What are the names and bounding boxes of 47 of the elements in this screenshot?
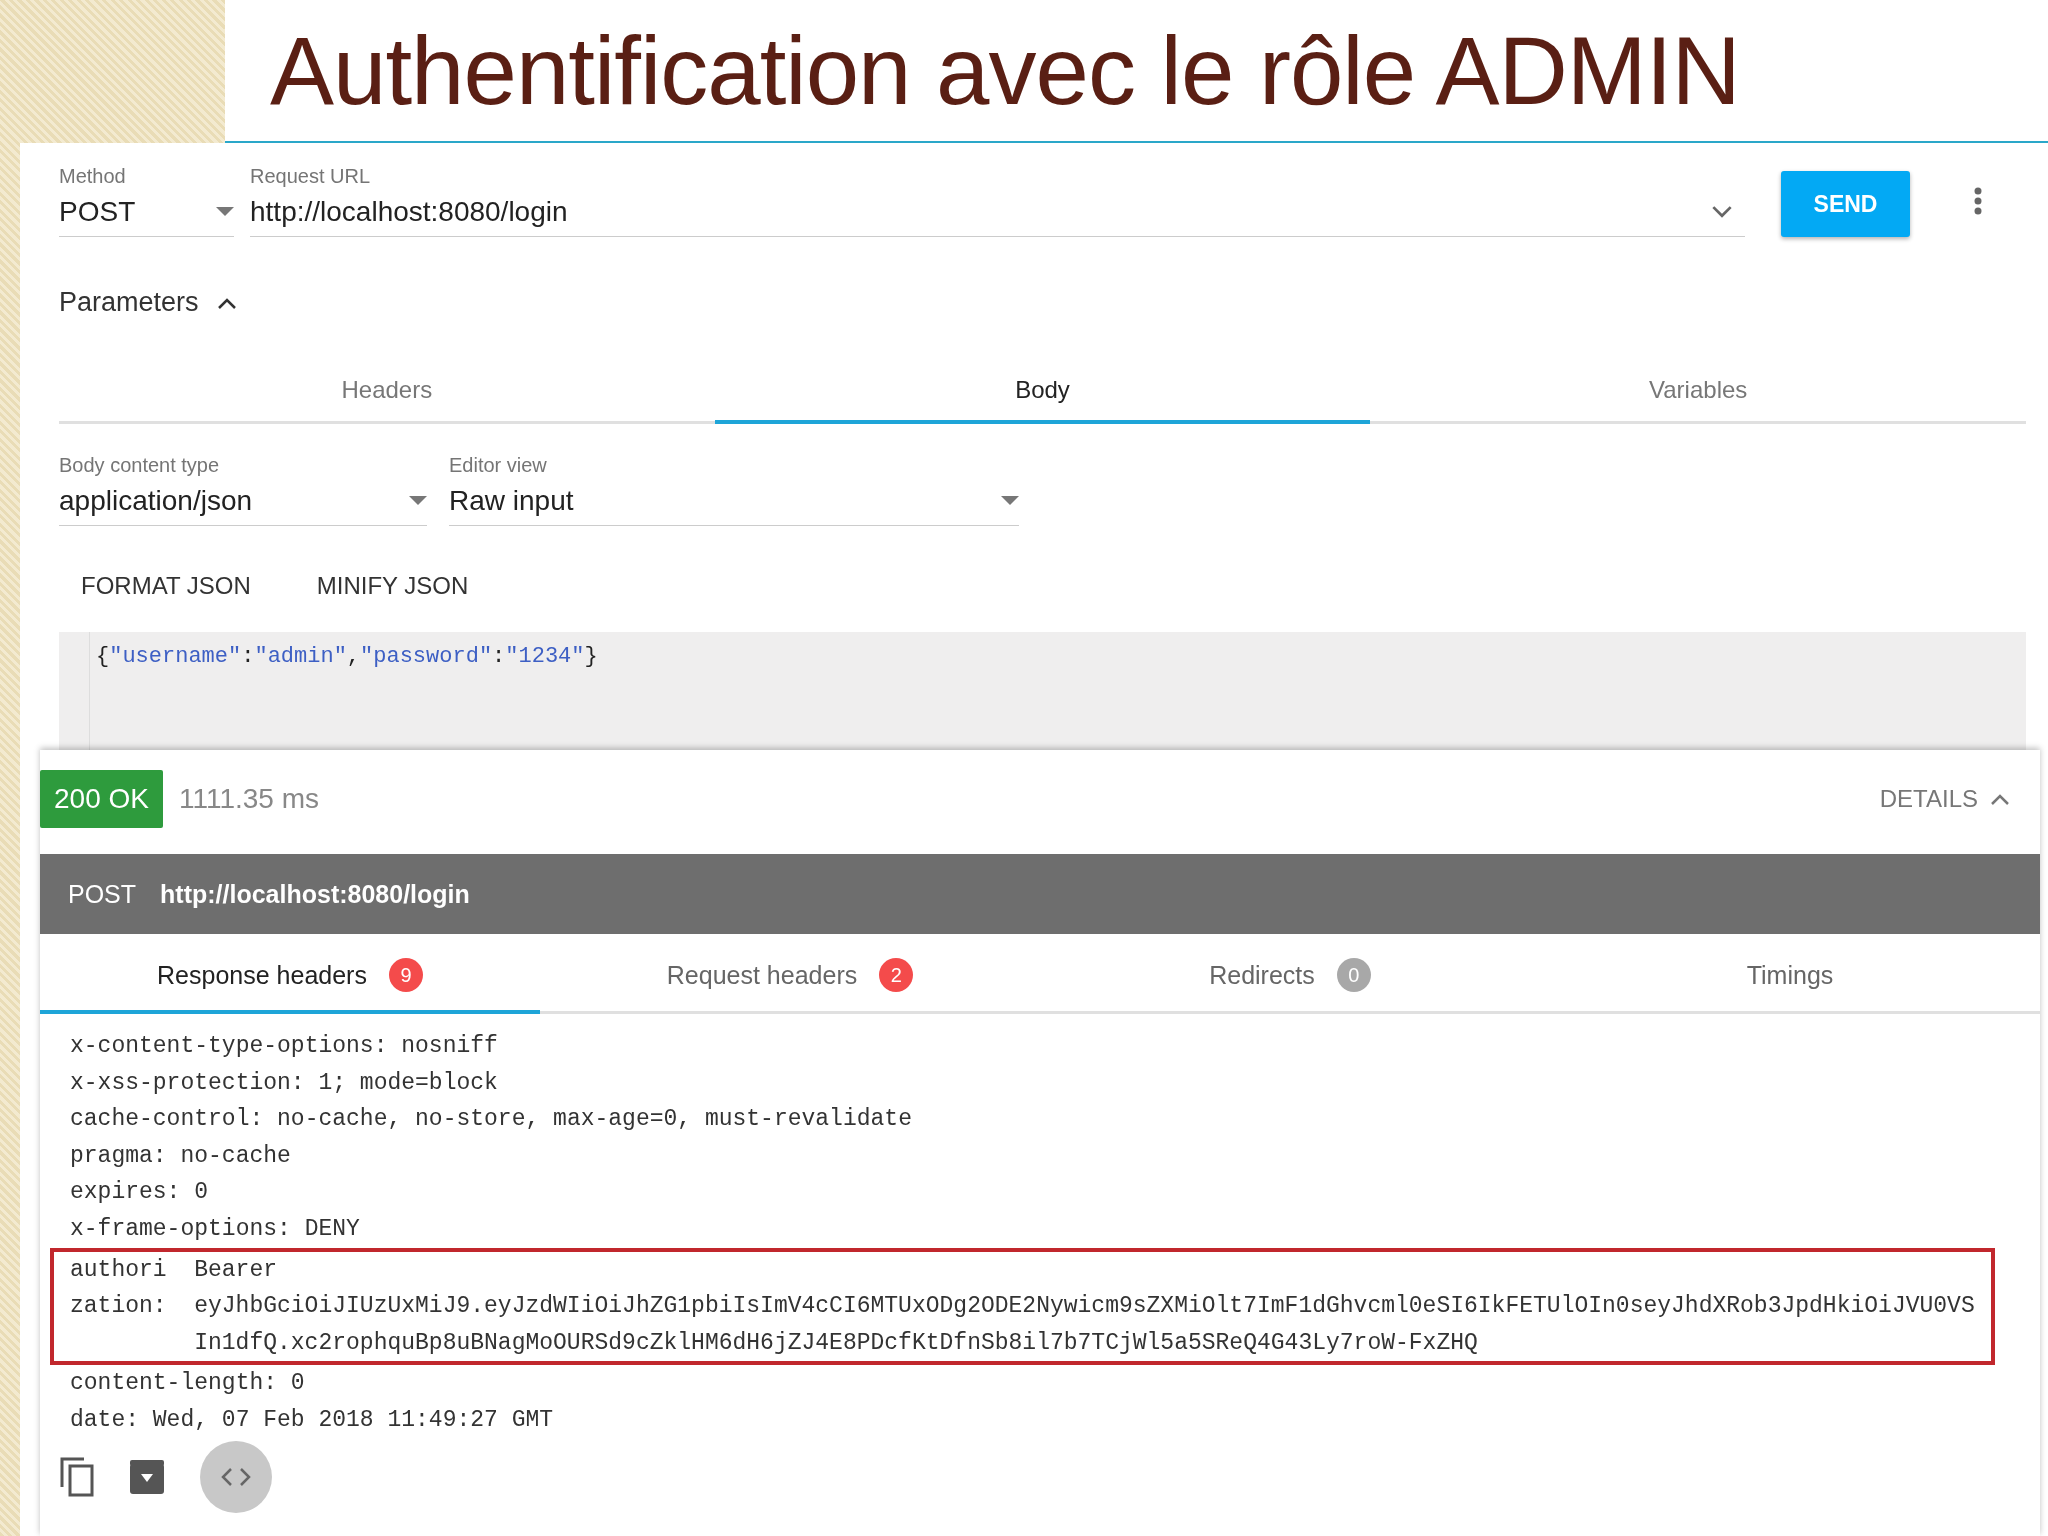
editor-view-select[interactable]: Raw input	[449, 485, 1019, 526]
tab[interactable]: Variables	[1370, 358, 2026, 424]
body-editor[interactable]: {"username":"admin","password":"1234"}	[59, 632, 2026, 750]
header-name: cache-control:	[70, 1105, 264, 1135]
header-value: Wed, 07 Feb 2018 11:49:27 GMT	[152, 1405, 554, 1435]
tab[interactable]: Timings	[1540, 934, 2040, 1014]
field-label: Method	[59, 165, 127, 188]
count-badge: 2	[879, 958, 914, 992]
request-method: POST	[68, 879, 137, 909]
header-value: nosniff	[401, 1032, 498, 1061]
header-name: date:	[70, 1405, 139, 1435]
header-value: no-cache	[180, 1141, 291, 1171]
header-name: x-frame-options:	[70, 1214, 291, 1244]
tab[interactable]: Headers	[59, 358, 715, 424]
tab[interactable]: Redirects 0	[1040, 934, 1540, 1014]
code-line: {"username":"admin","password":"1234"}	[95, 643, 599, 671]
header-value: 1; mode=block	[318, 1068, 498, 1098]
json-action-button[interactable]: FORMAT JSON	[59, 564, 275, 608]
header-value: Bearer eyJhbGciOiJIUzUxMiJ9.eyJzdWIiOiJhZG1pbiIsImV4cCI6MTUxODg2ODE2Nywicm9sZXMiOlt7ImF1dGhvcml0eSI6IkFETUlOIn0seyJhdXRob3JpdHkiOiJVU0VSIn1dfQ.xc2rophquBp8uBNagMoOURSd9cZklHM6dH6jZJ4E8PDcfKtDfnSb8il7b7TCjWl5a5SReQ4G43Ly7roW-FxZHQ	[194, 1255, 1975, 1358]
header-value: no-cache, no-store, max-age=0, must-revalidate	[277, 1105, 912, 1135]
header-value: 0	[194, 1178, 209, 1208]
header-name: authorization:	[70, 1255, 167, 1322]
request-url: http://localhost:8080/login	[160, 879, 470, 909]
field-label: Body content type	[59, 454, 221, 477]
count-badge: 0	[1336, 958, 1371, 992]
response-time: 1111.35 ms	[178, 783, 321, 815]
header-name: content-length:	[70, 1369, 278, 1399]
parameters-toggle[interactable]: Parameters	[59, 287, 237, 318]
url-field[interactable]: http://localhost:8080/login	[250, 196, 1745, 237]
status-badge: 200 OK	[40, 770, 163, 828]
field-label: Editor view	[449, 454, 548, 477]
header-value: 0	[290, 1369, 305, 1399]
header-name: x-xss-protection:	[70, 1068, 305, 1098]
header-value: DENY	[304, 1214, 360, 1244]
tab[interactable]: Request headers 2	[540, 934, 1040, 1014]
header-name: x-content-type-options:	[70, 1032, 388, 1061]
slide-title: Authentification avec le rôle ADMIN	[270, 15, 1740, 126]
count-badge: 9	[388, 958, 423, 992]
method-select[interactable]: POST	[59, 196, 234, 237]
tab[interactable]: Body	[714, 358, 1371, 424]
field-label: Request URL	[250, 165, 372, 188]
json-action-button[interactable]: MINIFY JSON	[294, 564, 493, 608]
content-type-select[interactable]: application/json	[59, 485, 427, 526]
tab[interactable]: Response headers 9	[40, 934, 540, 1014]
details-toggle[interactable]: DETAILS	[1873, 784, 2016, 814]
header-name: pragma:	[70, 1141, 167, 1171]
header-name: expires:	[70, 1178, 181, 1208]
